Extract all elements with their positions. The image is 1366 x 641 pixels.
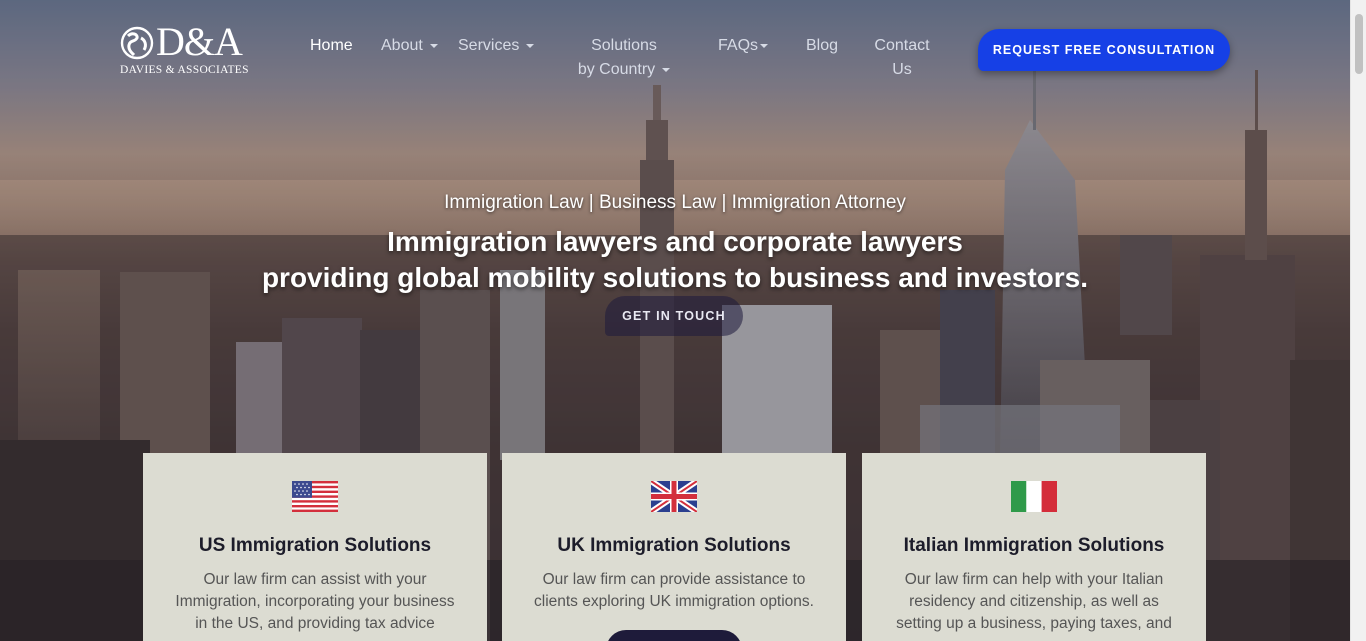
card-text-line: Immigration, incorporating your business	[175, 593, 455, 610]
nav-contact-label-line1: Contact	[874, 37, 930, 54]
card-text-line: setting up a business, paying taxes, and	[896, 615, 1172, 632]
globe-icon	[120, 26, 154, 60]
nav-home-label: Home	[310, 37, 353, 54]
caret-down-icon	[760, 43, 769, 48]
nav-services-label: Services	[458, 37, 520, 54]
italy-flag-icon	[1011, 481, 1057, 512]
hero-tagline: Immigration Law | Business Law | Immigra…	[444, 192, 906, 213]
card-italian-immigration[interactable]: Italian Immigration Solutions Our law fi…	[862, 453, 1206, 641]
page-scrollbar[interactable]	[1350, 0, 1366, 641]
logo-mark: D&A	[156, 19, 243, 64]
get-in-touch-button[interactable]: GET IN TOUCH	[605, 296, 743, 336]
nav-blog[interactable]: Blog	[806, 34, 838, 58]
nav-solutions-by-country[interactable]: Solutions by Country	[574, 34, 674, 82]
card-title: UK Immigration Solutions	[557, 535, 791, 556]
uk-flag-icon	[651, 481, 697, 512]
card-text-line: clients exploring UK immigration options…	[534, 593, 814, 610]
card-text-line: Our law firm can help with your Italian	[904, 571, 1164, 588]
nav-contact-us[interactable]: Contact Us	[870, 34, 934, 82]
caret-down-icon	[662, 67, 671, 72]
card-text-line: residency and citizenship, as well as	[909, 593, 1159, 610]
nav-faqs-label: FAQs	[718, 37, 759, 54]
us-flag-icon	[292, 481, 338, 512]
site-logo[interactable]: D&A DAVIES & ASSOCIATES	[120, 19, 249, 78]
hero-section: D&A DAVIES & ASSOCIATES Home About Servi…	[0, 0, 1350, 641]
nav-solutions-label-line1: Solutions	[591, 37, 657, 54]
card-uk-immigration[interactable]: UK Immigration Solutions Our law firm ca…	[502, 453, 846, 641]
caret-down-icon	[526, 43, 535, 48]
card-text: Our law firm can help with your Italian …	[884, 569, 1184, 635]
nav-services[interactable]: Services	[458, 34, 535, 58]
hero-headline: Immigration lawyers and corporate lawyer…	[0, 224, 1350, 296]
nav-about[interactable]: About	[381, 34, 438, 58]
scrollbar-thumb[interactable]	[1355, 14, 1363, 74]
nav-blog-label: Blog	[806, 37, 839, 54]
hero-headline-line1: Immigration lawyers and corporate lawyer…	[387, 226, 963, 257]
nav-solutions-label-line2: by Country	[577, 61, 656, 78]
card-text-line: Our law firm can provide assistance to	[542, 571, 806, 588]
nav-faqs[interactable]: FAQs	[718, 34, 769, 58]
card-button[interactable]	[606, 630, 742, 641]
nav-contact-label-line2: Us	[892, 61, 912, 78]
card-title: Italian Immigration Solutions	[903, 535, 1165, 556]
request-consultation-button[interactable]: REQUEST FREE CONSULTATION	[978, 29, 1230, 71]
card-text: Our law firm can assist with your Immigr…	[165, 569, 465, 635]
card-text-line: in the US, and providing tax advice	[195, 615, 435, 632]
card-title: US Immigration Solutions	[198, 535, 432, 556]
hero-headline-line2: providing global mobility solutions to b…	[261, 262, 1089, 293]
card-text: Our law firm can provide assistance to c…	[524, 569, 824, 613]
nav-about-label: About	[381, 37, 423, 54]
card-us-immigration[interactable]: US Immigration Solutions Our law firm ca…	[143, 453, 487, 641]
card-text-line: Our law firm can assist with your	[203, 571, 427, 588]
nav-home[interactable]: Home	[310, 34, 353, 58]
logo-subtitle: DAVIES & ASSOCIATES	[120, 64, 249, 76]
caret-down-icon	[429, 43, 438, 48]
